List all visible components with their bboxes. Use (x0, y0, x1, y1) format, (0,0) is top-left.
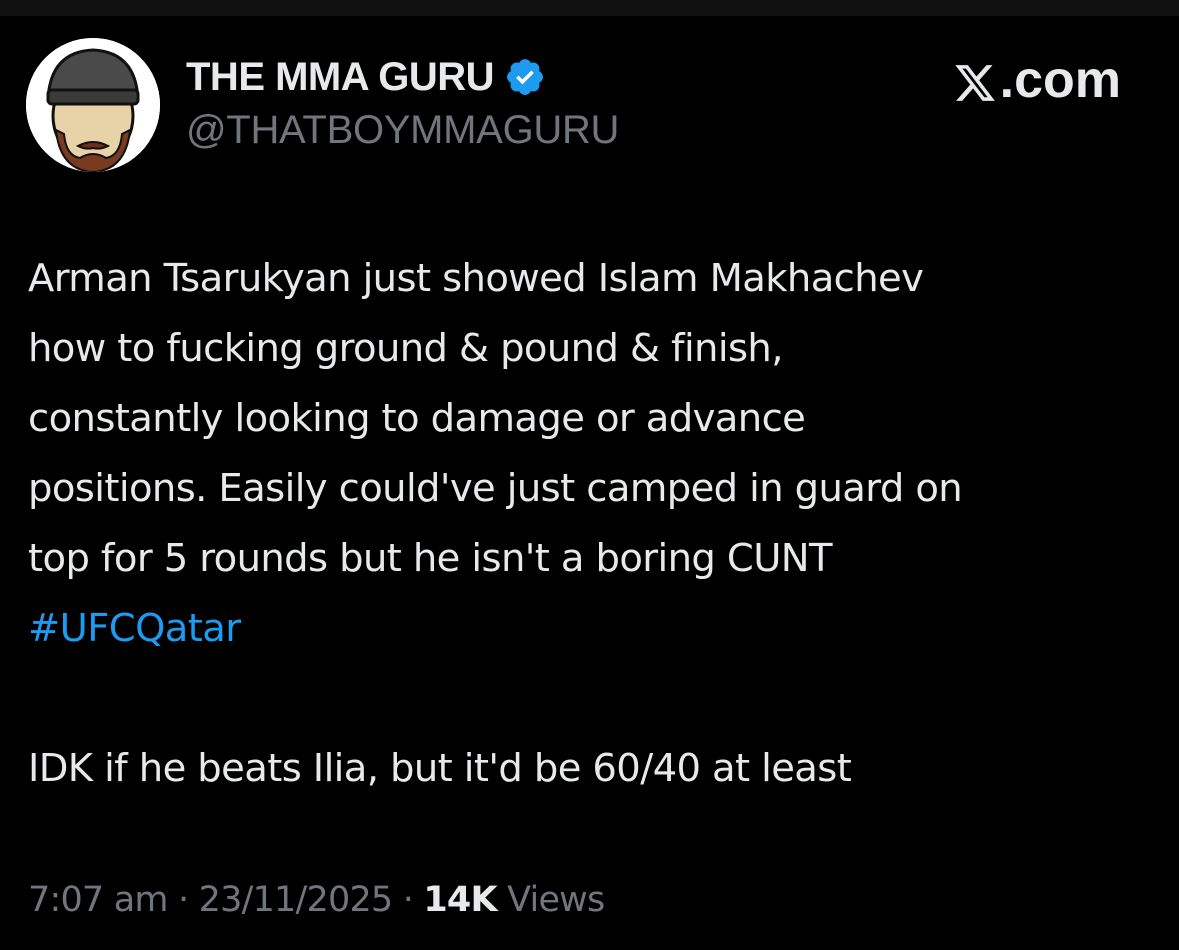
author-handle[interactable]: @THATBOYMMAGURU (186, 108, 619, 153)
tweet-metadata: 7:07 am · 23/11/2025 · 14K Views (28, 880, 605, 920)
avatar[interactable] (26, 38, 160, 172)
author-display-name[interactable]: THE MMA GURU (186, 55, 495, 100)
tweet-time[interactable]: 7:07 am (28, 880, 168, 920)
tweet-line: Arman Tsarukyan just showed Islam Makhac… (28, 256, 924, 301)
tweet-text: Arman Tsarukyan just showed Islam Makhac… (28, 244, 1163, 804)
meta-separator: · (402, 880, 414, 920)
tweet-line: constantly looking to damage or advance (28, 396, 806, 441)
tweet-line: how to fucking ground & pound & finish, (28, 326, 783, 371)
verified-badge-icon (504, 56, 546, 98)
meta-separator: · (178, 880, 189, 920)
tweet-line: positions. Easily could've just camped i… (28, 466, 963, 511)
x-brand-mark: .com (952, 50, 1121, 110)
x-logo-icon (952, 58, 998, 102)
views-count[interactable]: 14K (423, 880, 497, 920)
tweet-date[interactable]: 23/11/2025 (199, 880, 394, 920)
top-edge-strip (0, 0, 1179, 16)
hashtag-link[interactable]: #UFCQatar (28, 594, 1163, 664)
brand-domain-suffix: .com (999, 51, 1121, 109)
views-label: Views (507, 880, 605, 920)
tweet-line: top for 5 rounds but he isn't a boring C… (28, 536, 832, 581)
avatar-illustration-icon (26, 38, 160, 172)
tweet-line: IDK if he beats Ilia, but it'd be 60/40 … (28, 746, 852, 791)
author-name-row[interactable]: THE MMA GURU (186, 52, 546, 102)
